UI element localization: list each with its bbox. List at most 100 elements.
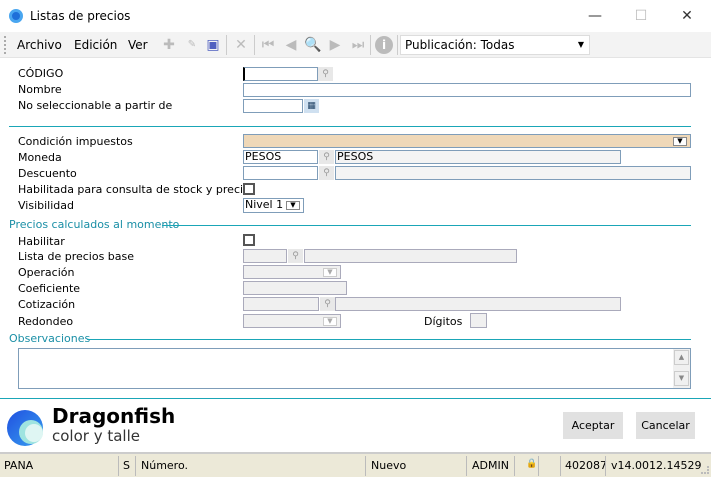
accept-button[interactable]: Aceptar (563, 412, 623, 439)
chevron-down-icon: ▼ (323, 317, 337, 326)
status-divider (466, 456, 467, 476)
status-divider (560, 456, 561, 476)
operacion-select[interactable]: ▼ (243, 265, 341, 279)
divider (162, 225, 691, 226)
logo-tagline: color y talle (52, 427, 140, 445)
divider (0, 398, 711, 399)
condicion-select[interactable]: ▼ (243, 134, 691, 148)
save-icon[interactable]: ▣ (204, 36, 222, 54)
lista-base-description (304, 249, 517, 263)
habilitar-label: Habilitar (18, 235, 65, 248)
title-bar: Listas de precios — ☐ ✕ (0, 0, 711, 32)
resize-grip-icon[interactable] (701, 466, 709, 474)
observaciones-title: Observaciones (9, 332, 91, 345)
condicion-label: Condición impuestos (18, 135, 133, 148)
chevron-down-icon: ▼ (577, 40, 584, 49)
no-seleccionable-date[interactable] (243, 99, 303, 113)
status-divider (365, 456, 366, 476)
status-divider (514, 456, 515, 476)
minimize-button[interactable]: — (572, 4, 618, 28)
status-numero: Número. (141, 459, 188, 472)
lista-base-input[interactable] (243, 249, 287, 263)
nombre-input[interactable] (243, 83, 691, 97)
calendar-icon[interactable]: ▦ (304, 99, 319, 113)
search-icon[interactable]: ⚲ (288, 249, 303, 263)
status-divider (135, 456, 136, 476)
chevron-down-icon: ▼ (286, 201, 300, 210)
status-divider (118, 456, 119, 476)
codigo-input[interactable] (243, 67, 318, 81)
delete-icon[interactable]: ✕ (232, 36, 250, 54)
redondeo-select[interactable]: ▼ (243, 314, 341, 328)
observaciones-textarea[interactable] (18, 348, 691, 389)
add-icon[interactable]: ✚ (160, 36, 178, 54)
moneda-description: PESOS (335, 150, 621, 164)
cotizacion-label: Cotización (18, 298, 76, 311)
status-user: ADMIN (472, 459, 509, 472)
cotizacion-input[interactable] (243, 297, 319, 311)
dragonfish-logo (7, 404, 45, 446)
nombre-label: Nombre (18, 83, 62, 96)
status-divider (538, 456, 539, 476)
operacion-label: Operación (18, 266, 75, 279)
publication-value: Publicación: Todas (405, 38, 515, 52)
publication-select[interactable]: Publicación: Todas ▼ (400, 35, 590, 55)
status-bar: PANA S Número. Nuevo ADMIN 🔒 402087 v14.… (0, 452, 711, 477)
coeficiente-input[interactable] (243, 281, 347, 295)
search-icon[interactable]: ⚲ (320, 297, 335, 311)
search-icon[interactable]: ⚲ (319, 150, 334, 164)
scroll-down-icon[interactable]: ▼ (674, 371, 689, 386)
search-icon[interactable]: ⚲ (318, 67, 333, 81)
calc-section-title: Precios calculados al momento (9, 218, 180, 231)
cancel-button[interactable]: Cancelar (636, 412, 695, 439)
menu-ver[interactable]: Ver (128, 38, 148, 52)
visibilidad-value: Nivel 1 (245, 198, 284, 211)
grip-icon (4, 36, 7, 54)
coeficiente-label: Coeficiente (18, 282, 81, 295)
edit-icon[interactable]: ✎ (183, 36, 201, 54)
last-icon[interactable]: ⏭ (349, 36, 367, 54)
moneda-input[interactable]: PESOS (243, 150, 318, 164)
maximize-button[interactable]: ☐ (618, 4, 664, 28)
codigo-label: CÓDIGO (18, 67, 64, 80)
divider (9, 126, 691, 127)
descuento-description (335, 166, 691, 180)
visibilidad-select[interactable]: Nivel 1 ▼ (243, 198, 304, 213)
habilitar-checkbox[interactable] (243, 234, 255, 246)
toolbar: Archivo Edición Ver ✚ ✎ ▣ ✕ ⏮ ◀ 🔍 ▶ ⏭ i … (0, 32, 711, 58)
separator (254, 35, 255, 55)
app-icon (9, 9, 23, 23)
menu-archivo[interactable]: Archivo (17, 38, 62, 52)
cotizacion-description (335, 297, 621, 311)
chevron-down-icon: ▼ (673, 137, 687, 146)
status-code: 402087 (565, 459, 607, 472)
previous-icon[interactable]: ◀ (282, 36, 300, 54)
redondeo-label: Redondeo (18, 315, 74, 328)
status-state: Nuevo (371, 459, 407, 472)
lock-icon: 🔒 (526, 459, 538, 469)
search-icon[interactable]: ⚲ (319, 166, 334, 180)
descuento-input[interactable] (243, 166, 318, 180)
separator (370, 35, 371, 55)
logo-name: Dragonfish (52, 404, 176, 428)
window-title: Listas de precios (30, 9, 131, 23)
visibilidad-label: Visibilidad (18, 199, 74, 212)
info-icon[interactable]: i (375, 36, 393, 54)
separator (397, 35, 398, 55)
divider (87, 339, 691, 340)
status-company: PANA (4, 459, 34, 472)
scroll-up-icon[interactable]: ▲ (674, 350, 689, 365)
next-icon[interactable]: ▶ (326, 36, 344, 54)
separator (226, 35, 227, 55)
habilitada-checkbox[interactable] (243, 183, 255, 195)
scrollbar[interactable]: ▲ ▼ (673, 349, 690, 388)
status-s: S (123, 459, 130, 472)
first-icon[interactable]: ⏮ (259, 36, 277, 54)
menu-edicion[interactable]: Edición (74, 38, 117, 52)
status-divider (605, 456, 606, 476)
status-version: v14.0012.14529 (611, 459, 702, 472)
digitos-input[interactable] (470, 313, 487, 328)
descuento-label: Descuento (18, 167, 77, 180)
close-button[interactable]: ✕ (664, 4, 710, 28)
binoculars-icon[interactable]: 🔍 (304, 36, 322, 54)
